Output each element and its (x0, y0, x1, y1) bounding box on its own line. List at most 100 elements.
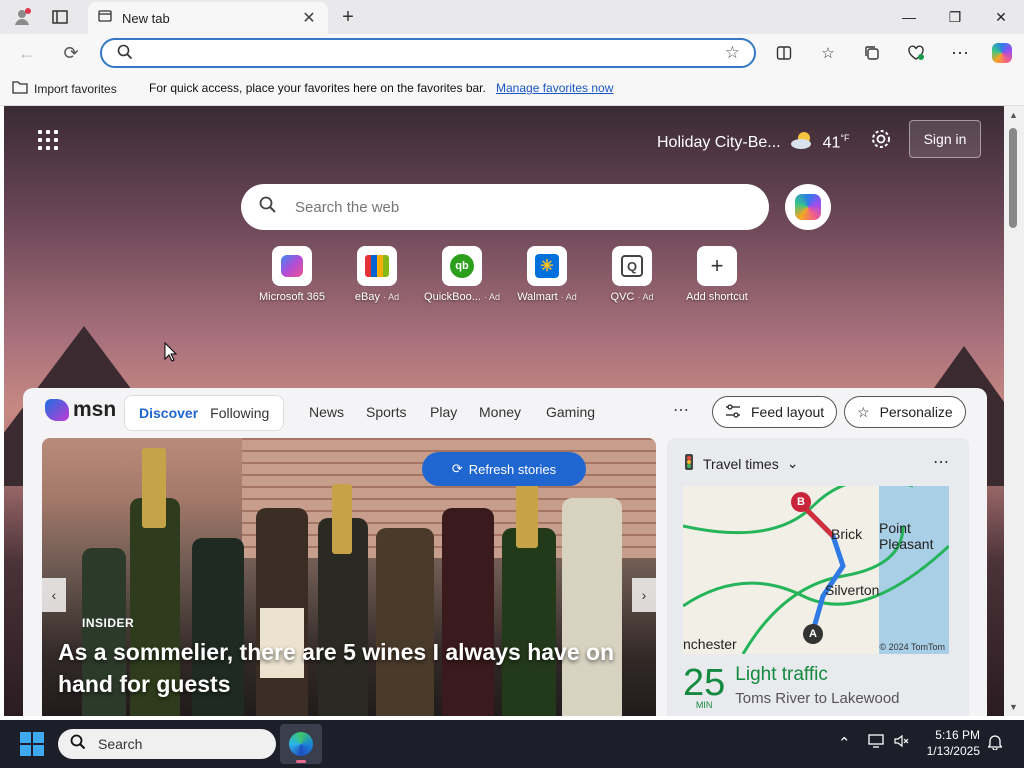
travel-times-header[interactable]: Travel times ⌄ (683, 454, 798, 473)
plus-icon: + (697, 246, 737, 286)
map-label-point-pleasant: Point Pleasant (879, 520, 934, 552)
favorites-icon[interactable]: ☆ (816, 42, 840, 64)
new-tab-button[interactable]: + (336, 6, 360, 28)
browser-essentials-icon[interactable] (904, 42, 928, 64)
page-settings-icon[interactable] (870, 128, 892, 156)
shortcut-add[interactable]: + Add shortcut (672, 246, 762, 303)
network-icon[interactable] (868, 734, 884, 752)
ebay-icon (357, 246, 397, 286)
shortcut-label: Walmart (517, 291, 558, 303)
tab-following[interactable]: Following (204, 405, 275, 421)
scrollbar-thumb[interactable] (1009, 128, 1017, 228)
temperature-unit: °F (840, 132, 850, 143)
cloudy-weather-icon (789, 130, 815, 155)
category-play[interactable]: Play (430, 404, 457, 420)
chevron-up-icon[interactable]: ⌃ (838, 734, 851, 752)
quickbooks-icon: qb (442, 246, 482, 286)
tab-actions-icon[interactable] (48, 6, 72, 28)
profile-icon[interactable] (10, 6, 34, 28)
favorites-message: For quick access, place your favorites h… (149, 81, 486, 95)
refresh-stories-button[interactable]: ⟳ Refresh stories (422, 452, 586, 486)
import-favorites-button[interactable]: Import favorites (12, 80, 117, 97)
category-money[interactable]: Money (479, 404, 521, 420)
travel-minutes: 25 (683, 662, 726, 704)
bottle-foil (516, 478, 538, 548)
category-sports[interactable]: Sports (366, 404, 406, 420)
refresh-stories-label: Refresh stories (468, 461, 557, 477)
page-scrollbar[interactable]: ▲ ▼ (1004, 106, 1024, 716)
shortcut-microsoft-365[interactable]: Microsoft 365 (247, 246, 337, 303)
shortcut-label: QVC (610, 291, 635, 303)
refresh-icon[interactable]: ⟳ (58, 41, 84, 65)
scroll-down-icon[interactable]: ▼ (1009, 702, 1018, 712)
shortcut-quickbooks[interactable]: qb QuickBoo... · Ad (417, 246, 507, 303)
hero-story-card[interactable]: ⟳ Refresh stories ‹ › INSIDER As a somme… (42, 438, 656, 716)
system-clock[interactable]: 5:16 PM 1/13/2025 (922, 727, 980, 759)
traffic-light-icon (683, 454, 695, 473)
msn-butterfly-icon (45, 399, 69, 421)
traffic-status: Light traffic (735, 664, 828, 685)
split-screen-icon[interactable] (772, 42, 796, 64)
manage-favorites-link[interactable]: Manage favorites now (496, 81, 613, 95)
apps-launcher-icon[interactable] (38, 130, 58, 150)
tab-title: New tab (122, 10, 170, 26)
shortcut-qvc[interactable]: Q QVC · Ad (587, 246, 677, 303)
sparkle-icon: ☆ (857, 403, 870, 420)
new-tab-icon (98, 9, 112, 28)
settings-more-icon[interactable]: ⋯ (948, 42, 972, 64)
close-tab-icon[interactable]: ✕ (300, 8, 318, 28)
minimize-button[interactable]: — (886, 0, 932, 34)
browser-toolbar: ← ⟳ ☆ ☆ ⋯ (0, 34, 1024, 72)
msn-logo[interactable]: msn (45, 398, 116, 422)
add-favorite-icon[interactable]: ☆ (725, 43, 740, 63)
clock-time: 5:16 PM (935, 728, 980, 742)
sliders-icon (725, 403, 741, 421)
traffic-route: Toms River to Lakewood (735, 690, 900, 707)
address-bar[interactable]: ☆ (100, 38, 756, 68)
personalize-button[interactable]: ☆ Personalize (844, 396, 966, 428)
category-news[interactable]: News (309, 404, 344, 420)
story-headline[interactable]: As a sommelier, there are 5 wines I alwa… (58, 636, 638, 700)
shortcut-label: QuickBoo... (424, 291, 481, 303)
title-bar: New tab ✕ + — ❐ ✕ (0, 0, 1024, 34)
edge-icon (289, 732, 313, 756)
category-gaming[interactable]: Gaming (546, 404, 595, 420)
map-label-brick: Brick (831, 526, 863, 542)
feed-layout-button[interactable]: Feed layout (712, 396, 838, 428)
collections-icon[interactable] (860, 42, 884, 64)
tab-discover[interactable]: Discover (133, 405, 204, 421)
web-search-box[interactable]: Search the web (241, 184, 769, 230)
more-categories-icon[interactable]: ⋯ (673, 400, 689, 420)
temperature-value: 41 (822, 134, 841, 152)
carousel-prev-icon[interactable]: ‹ (42, 578, 66, 612)
windows-start-icon[interactable] (20, 732, 44, 756)
msn-brand: msn (73, 398, 117, 421)
search-icon (117, 44, 133, 64)
edge-taskbar-button[interactable] (280, 724, 322, 764)
m365-icon (272, 246, 312, 286)
taskbar-search[interactable]: Search (58, 729, 276, 759)
shortcut-ebay[interactable]: eBay · Ad (332, 246, 422, 303)
search-icon (70, 734, 86, 755)
carousel-next-icon[interactable]: › (632, 578, 656, 612)
notification-bell-icon[interactable] (987, 734, 1003, 754)
windows-taskbar: Search ⌃ 5:16 PM 1/13/2025 (0, 720, 1024, 768)
sign-in-button[interactable]: Sign in (909, 120, 981, 158)
card-more-icon[interactable]: ⋯ (933, 452, 949, 472)
import-favorites-label: Import favorites (34, 81, 117, 96)
restore-button[interactable]: ❐ (932, 0, 978, 34)
story-source: INSIDER (82, 616, 135, 630)
qvc-icon: Q (612, 246, 652, 286)
back-icon[interactable]: ← (14, 41, 40, 65)
weather-widget[interactable]: Holiday City-Be... 41°F (657, 130, 850, 155)
traffic-map[interactable]: B A Brick Point Pleasant Silverton nches… (683, 486, 949, 654)
scroll-up-icon[interactable]: ▲ (1009, 110, 1018, 120)
copilot-button[interactable] (785, 184, 831, 230)
shortcut-walmart[interactable]: ✳ Walmart · Ad (502, 246, 592, 303)
tab-new-tab[interactable]: New tab ✕ (88, 2, 328, 34)
volume-muted-icon[interactable] (894, 734, 910, 752)
close-window-button[interactable]: ✕ (978, 0, 1024, 34)
copilot-icon[interactable] (990, 42, 1014, 64)
walmart-icon: ✳ (527, 246, 567, 286)
msn-feed: msn Discover Following News Sports Play … (23, 388, 987, 716)
